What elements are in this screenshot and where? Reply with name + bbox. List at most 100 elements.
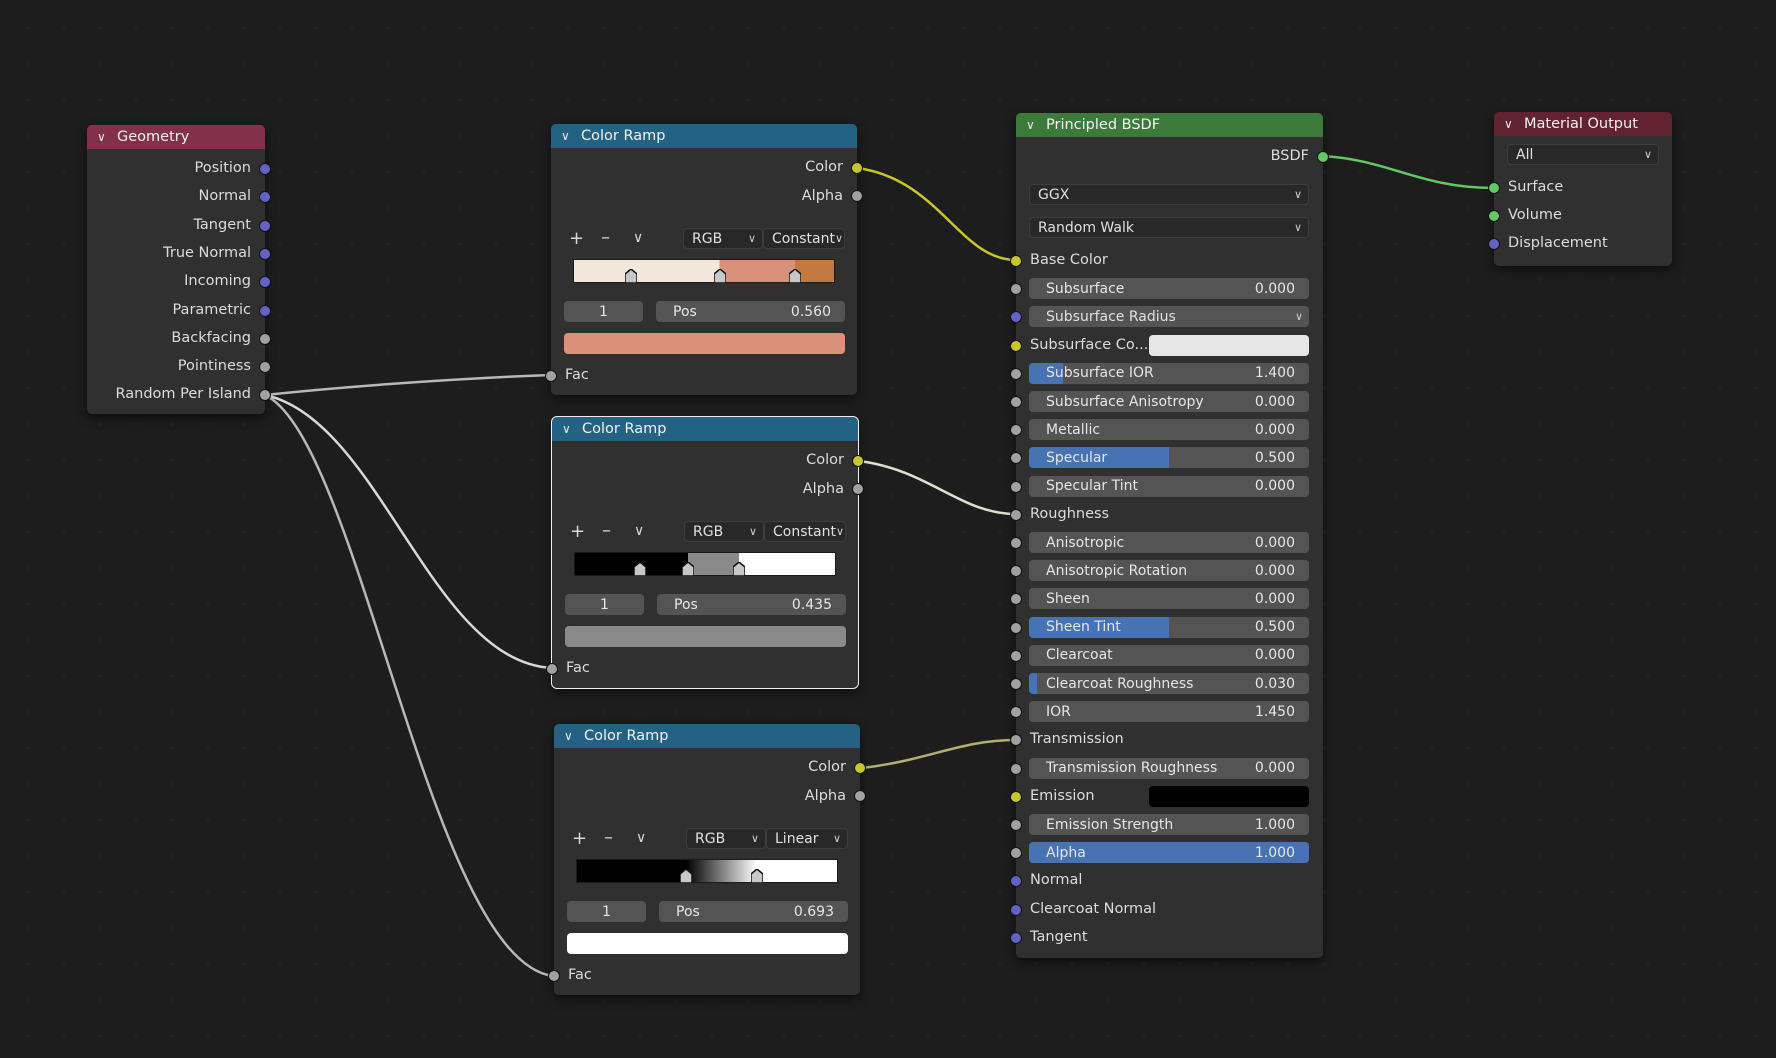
sheen-input-socket[interactable] [1010, 593, 1022, 606]
subsurface-ior-slider[interactable]: Subsurface IOR 1.400 [1029, 362, 1309, 384]
tangent-input-socket[interactable] [1010, 931, 1022, 944]
clearcoat-input-socket[interactable] [1010, 649, 1022, 662]
normal-output-socket[interactable] [259, 191, 271, 204]
transmission-input-socket[interactable] [1010, 734, 1022, 747]
color-output-socket[interactable] [851, 162, 863, 174]
specular-tint-input-socket[interactable] [1010, 480, 1022, 493]
subsurface-color-color-swatch[interactable] [1149, 334, 1309, 356]
alpha-slider[interactable]: Alpha 1.000 [1029, 842, 1309, 864]
true-normal-output-socket[interactable] [259, 247, 271, 260]
color-ramp-node-2[interactable]: ∨ Color Ramp Color Alpha + – ∨ RGB ∨ Cons… [546, 416, 864, 689]
sheen-slider[interactable]: Sheen 0.000 [1029, 588, 1309, 610]
color-ramp-node-1[interactable]: ∨ Color Ramp Color Alpha + – ∨ RGB ∨ Cons… [545, 124, 863, 395]
emission-input-socket[interactable] [1010, 790, 1022, 803]
bsdf-output-socket[interactable] [1317, 151, 1329, 163]
chevron-down-icon[interactable]: ∨ [636, 830, 646, 846]
position-output-socket[interactable] [259, 163, 271, 175]
aniso-rot-input-socket[interactable] [1010, 565, 1022, 578]
metallic-input-socket[interactable] [1010, 424, 1022, 437]
base-color-input-socket[interactable] [1010, 255, 1022, 267]
surface-input-socket[interactable] [1488, 182, 1500, 194]
material-output-node[interactable]: ∨ Material Output All ∨ Surface Volume Di… [1488, 112, 1672, 266]
sheen-tint-slider[interactable]: Sheen Tint 0.500 [1029, 616, 1309, 638]
random-per-island-output-socket[interactable] [259, 389, 271, 402]
roughness-input-socket[interactable] [1010, 508, 1022, 521]
anisotropic-input-socket[interactable] [1010, 537, 1022, 549]
displacement-input-socket[interactable] [1488, 238, 1500, 250]
specular-slider[interactable]: Specular 0.500 [1029, 447, 1309, 469]
add-stop-icon[interactable]: + [570, 521, 585, 542]
trans-rough-input-socket[interactable] [1010, 762, 1022, 775]
color-stop-handle[interactable] [633, 561, 647, 577]
remove-stop-icon[interactable]: – [604, 827, 613, 848]
alpha-output-socket[interactable] [852, 483, 864, 495]
principled-bsdf-node[interactable]: ∨ Principled BSDF BSDF GGX ∨ Random Walk ∨… [1010, 113, 1329, 958]
color-stop-handle[interactable] [750, 868, 764, 884]
subsurface-aniso-input-socket[interactable] [1010, 396, 1022, 408]
ior-slider[interactable]: IOR 1.450 [1029, 701, 1309, 723]
geometry-node-header[interactable]: ∨ Geometry [87, 125, 265, 149]
sheen-tint-input-socket[interactable] [1010, 621, 1022, 634]
stop-color-swatch[interactable] [564, 333, 845, 354]
collapse-chevron-icon[interactable]: ∨ [564, 729, 578, 743]
geometry-node[interactable]: ∨ Geometry Position Normal Tangent True Nor… [87, 125, 271, 414]
incoming-output-socket[interactable] [259, 276, 271, 289]
collapse-chevron-icon[interactable]: ∨ [97, 130, 111, 144]
color-stop-handle[interactable] [712, 268, 727, 284]
render-target-select[interactable]: All ∨ [1507, 144, 1659, 165]
subsurface-ior-input-socket[interactable] [1010, 367, 1022, 380]
interpolation-select[interactable]: Constant ∨ [764, 521, 846, 542]
emission-strength-slider[interactable]: Emission Strength 1.000 [1029, 814, 1309, 835]
volume-input-socket[interactable] [1488, 210, 1500, 222]
active-stop-index[interactable]: 1 [565, 594, 644, 615]
clearcoat-slider[interactable]: Clearcoat 0.000 [1029, 644, 1309, 666]
clearcoat-normal-input-socket[interactable] [1010, 903, 1022, 916]
subsurface-radius-input-socket[interactable] [1010, 311, 1022, 324]
anisotropic-slider[interactable]: Anisotropic 0.000 [1029, 532, 1309, 553]
add-stop-icon[interactable]: + [569, 228, 584, 249]
subsurface-method-select[interactable]: Random Walk ∨ [1029, 217, 1309, 238]
stop-position-field[interactable]: Pos 0.693 [659, 901, 848, 922]
chevron-down-icon[interactable]: ∨ [634, 523, 644, 539]
subsurface-slider[interactable]: Subsurface 0.000 [1029, 278, 1309, 300]
parametric-output-socket[interactable] [259, 304, 271, 317]
interpolation-select[interactable]: Constant ∨ [763, 228, 845, 249]
color-ramp-gradient[interactable] [576, 859, 838, 884]
color-mode-select[interactable]: RGB ∨ [683, 228, 763, 249]
material-output-header[interactable]: ∨ Material Output [1494, 112, 1672, 136]
color-ramp-header[interactable]: ∨ Color Ramp [552, 417, 858, 441]
collapse-chevron-icon[interactable]: ∨ [562, 422, 576, 436]
metallic-slider[interactable]: Metallic 0.000 [1029, 419, 1309, 441]
clearcoat-rough-slider[interactable]: Clearcoat Roughness 0.030 [1029, 673, 1309, 694]
color-stop-handle[interactable] [788, 268, 802, 284]
collapse-chevron-icon[interactable]: ∨ [561, 129, 575, 143]
distribution-select[interactable]: GGX ∨ [1029, 184, 1309, 205]
subsurface-radius-select[interactable]: Subsurface Radius ∨ [1029, 306, 1309, 328]
active-stop-index[interactable]: 1 [564, 301, 643, 322]
ior-input-socket[interactable] [1010, 706, 1022, 719]
alpha-output-socket[interactable] [851, 190, 863, 202]
stop-position-field[interactable]: Pos 0.435 [657, 594, 846, 615]
color-stop-handle[interactable] [732, 561, 746, 577]
specular-input-socket[interactable] [1010, 452, 1022, 465]
pointiness-output-socket[interactable] [259, 361, 271, 374]
subsurface-color-input-socket[interactable] [1010, 339, 1022, 352]
color-mode-select[interactable]: RGB ∨ [684, 521, 764, 542]
color-stop-handle[interactable] [624, 268, 638, 284]
chevron-down-icon[interactable]: ∨ [633, 230, 643, 246]
color-ramp-node-3[interactable]: ∨ Color Ramp Color Alpha + – ∨ RGB ∨ Line… [548, 724, 866, 995]
color-ramp-gradient[interactable] [574, 552, 836, 577]
emission-color-swatch[interactable] [1149, 785, 1309, 807]
subsurface-input-socket[interactable] [1010, 283, 1022, 296]
color-output-socket[interactable] [854, 762, 866, 774]
principled-bsdf-header[interactable]: ∨ Principled BSDF [1016, 113, 1323, 137]
normal-input-socket[interactable] [1010, 875, 1022, 888]
remove-stop-icon[interactable]: – [602, 520, 611, 541]
alpha-output-socket[interactable] [854, 790, 866, 802]
fac-input-socket[interactable] [545, 370, 557, 382]
color-ramp-gradient[interactable] [573, 259, 835, 284]
collapse-chevron-icon[interactable]: ∨ [1026, 118, 1040, 132]
fac-input-socket[interactable] [546, 663, 558, 675]
color-stop-handle[interactable] [681, 561, 695, 577]
add-stop-icon[interactable]: + [572, 828, 587, 849]
